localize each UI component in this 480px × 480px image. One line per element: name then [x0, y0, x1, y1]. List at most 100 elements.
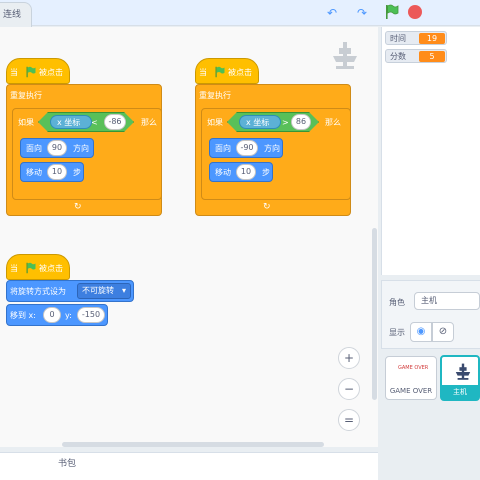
- steps-unit: 步: [73, 168, 81, 177]
- loop-arrow-icon: ↻: [263, 202, 271, 212]
- chevron-down-icon: ▾: [121, 286, 126, 295]
- when-flag-clicked-hat-3[interactable]: 当 被点击: [6, 254, 70, 280]
- direction-unit: 方向: [73, 144, 89, 153]
- steps-unit: 步: [262, 168, 270, 177]
- tab-partial[interactable]: 连线: [0, 2, 32, 27]
- forever-label: 重复执行: [199, 91, 231, 100]
- hat-when-text: 当: [199, 68, 207, 77]
- backpack-bar[interactable]: [0, 452, 378, 480]
- zoom-reset-icon: =: [343, 413, 355, 427]
- when-flag-clicked-hat-2[interactable]: 当 被点击: [195, 58, 259, 84]
- operator-symbol: <: [91, 118, 98, 127]
- zoom-reset-button[interactable]: =: [338, 409, 360, 431]
- go-to-xy-block[interactable]: 移到 x: 0 y: -150: [6, 304, 108, 326]
- x-coord-text: x 坐标: [57, 118, 81, 127]
- goto-y-value: -150: [81, 310, 101, 319]
- compare-value: -86: [108, 117, 122, 126]
- compare-value: 86: [295, 117, 307, 126]
- point-label: 面向: [26, 144, 42, 153]
- gameover-thumb-image: GAME OVER: [398, 365, 429, 371]
- goto-x-input[interactable]: 0: [43, 307, 61, 323]
- sprite-name-field[interactable]: 主机: [414, 292, 480, 310]
- operator-symbol: >: [282, 118, 289, 127]
- zoom-in-icon: +: [343, 351, 355, 365]
- rotation-style-dropdown[interactable]: 不可旋转 ▾: [77, 283, 131, 299]
- sprite-name: 主机: [442, 385, 478, 399]
- rotation-label: 将旋转方式设为: [10, 287, 66, 296]
- loop-arrow-icon: ↻: [74, 202, 82, 212]
- steps-input[interactable]: 10: [236, 164, 256, 180]
- forever-label: 重复执行: [10, 91, 42, 100]
- point-label: 面向: [215, 144, 231, 153]
- goto-y-input[interactable]: -150: [77, 307, 105, 323]
- if-label: 如果: [207, 118, 223, 127]
- plane-sprite-icon: [455, 363, 471, 380]
- move-steps-block[interactable]: 移动 10 步: [209, 162, 273, 182]
- direction-value: -90: [240, 143, 254, 152]
- eye-hidden-icon: ⊘: [438, 326, 448, 337]
- direction-unit: 方向: [264, 144, 280, 153]
- zoom-out-icon: −: [343, 382, 355, 396]
- hat-clicked-text: 被点击: [228, 68, 252, 77]
- set-rotation-style-block[interactable]: 将旋转方式设为 不可旋转 ▾: [6, 280, 134, 302]
- then-label: 那么: [325, 118, 341, 127]
- hat-clicked-text: 被点击: [39, 264, 63, 273]
- x-position-reporter[interactable]: x 坐标: [50, 115, 92, 129]
- stop-icon[interactable]: [408, 5, 422, 19]
- monitor-value: 5: [419, 51, 445, 62]
- hat-when-text: 当: [10, 68, 18, 77]
- goto-x-label: 移到 x:: [10, 311, 36, 320]
- direction-value: 90: [51, 143, 63, 152]
- monitor-value: 19: [419, 33, 445, 44]
- compare-value-input[interactable]: -86: [104, 114, 126, 130]
- hat-clicked-text: 被点击: [39, 68, 63, 77]
- monitor-name: 时间: [390, 34, 406, 43]
- point-in-direction-block[interactable]: 面向 90 方向: [20, 138, 94, 158]
- stage[interactable]: [381, 27, 480, 275]
- variable-monitor-score: 分数 5: [385, 49, 447, 63]
- direction-input[interactable]: 90: [47, 140, 67, 156]
- zoom-out-button[interactable]: −: [338, 378, 360, 400]
- sprite-thumb-main[interactable]: 主机: [440, 355, 480, 401]
- green-flag-icon: [215, 66, 225, 78]
- move-label: 移动: [26, 168, 42, 177]
- then-label: 那么: [141, 118, 157, 127]
- green-flag-icon[interactable]: [384, 4, 400, 20]
- steps-value: 10: [240, 167, 252, 176]
- zoom-in-button[interactable]: +: [338, 347, 360, 369]
- steps-value: 10: [51, 167, 63, 176]
- x-position-reporter[interactable]: x 坐标: [239, 115, 281, 129]
- sprite-name: GAME OVER: [389, 387, 433, 395]
- variable-monitor-time: 时间 19: [385, 31, 447, 45]
- show-sprite-button[interactable]: ◉: [410, 322, 432, 342]
- green-flag-icon: [26, 262, 36, 274]
- move-label: 移动: [215, 168, 231, 177]
- hide-sprite-button[interactable]: ⊘: [432, 322, 454, 342]
- horizontal-scrollbar[interactable]: [62, 442, 324, 447]
- redo-icon[interactable]: ↷: [354, 5, 370, 21]
- sprite-thumb-gameover[interactable]: GAME OVER GAME OVER: [385, 356, 437, 400]
- vertical-scrollbar[interactable]: [372, 228, 377, 400]
- sprite-label: 角色: [389, 298, 405, 307]
- goto-x-value: 0: [49, 310, 55, 319]
- green-flag-icon: [26, 66, 36, 78]
- sprite-watermark-icon: [333, 42, 357, 69]
- sprite-name-value: 主机: [421, 296, 437, 305]
- tab-label: 连线: [3, 10, 22, 20]
- point-in-direction-block[interactable]: 面向 -90 方向: [209, 138, 283, 158]
- when-flag-clicked-hat-1[interactable]: 当 被点击: [6, 58, 70, 84]
- rotation-value: 不可旋转: [82, 286, 114, 295]
- monitor-name: 分数: [390, 52, 406, 61]
- goto-y-label: y:: [65, 311, 72, 320]
- x-coord-text: x 坐标: [246, 118, 270, 127]
- compare-value-input[interactable]: 86: [291, 114, 311, 130]
- steps-input[interactable]: 10: [47, 164, 67, 180]
- move-steps-block[interactable]: 移动 10 步: [20, 162, 84, 182]
- undo-icon[interactable]: ↶: [324, 5, 340, 21]
- backpack-label: 书包: [58, 459, 77, 469]
- direction-input[interactable]: -90: [236, 140, 258, 156]
- hat-when-text: 当: [10, 264, 18, 273]
- show-label: 显示: [389, 328, 405, 337]
- eye-icon: ◉: [416, 326, 426, 337]
- if-label: 如果: [18, 118, 34, 127]
